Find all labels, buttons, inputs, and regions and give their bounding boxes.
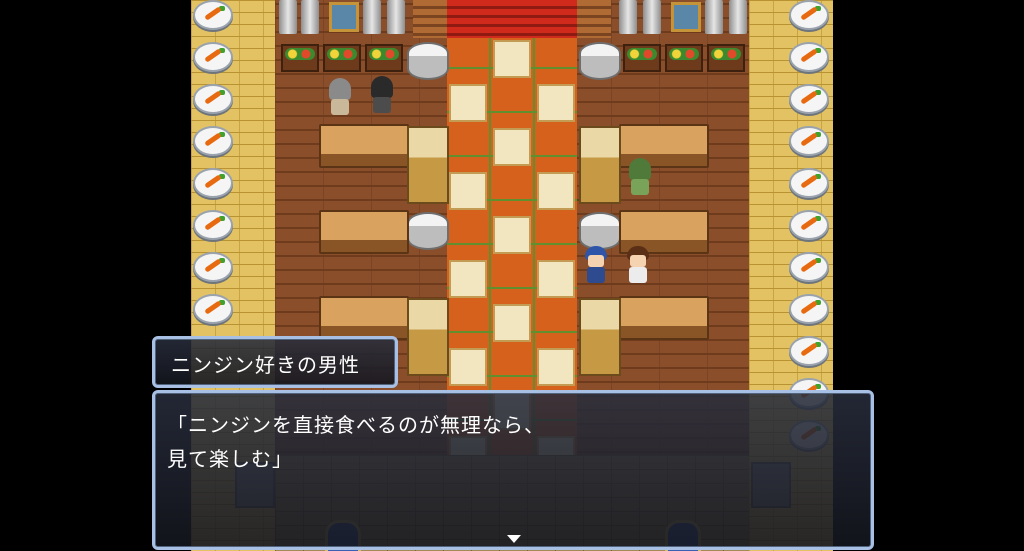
carrot-plate-icon [789, 336, 829, 366]
carpet-tile [537, 172, 575, 210]
pillar-icon [363, 0, 381, 34]
npc-carrot-lover-man[interactable] [625, 246, 651, 286]
speaker-name: ニンジン好きの男性 [171, 353, 360, 377]
carpet-tile [493, 40, 531, 78]
display-stand [579, 126, 621, 204]
npc-green-hooded[interactable] [627, 158, 653, 198]
flower-box-icon [623, 44, 661, 72]
carpet-tile [537, 348, 575, 386]
speaker-name-window: ニンジン好きの男性 [152, 336, 398, 388]
carpet-tile [493, 216, 531, 254]
flower-box-icon [665, 44, 703, 72]
carrot-plate-icon [789, 126, 829, 156]
npc-dark-hair[interactable] [369, 76, 395, 116]
flower-box-icon [707, 44, 745, 72]
flower-box-icon [281, 44, 319, 72]
carpet-tile [449, 260, 487, 298]
carrot-plate-icon [193, 0, 233, 30]
player-blue-hair[interactable] [583, 246, 609, 286]
pillar-icon [729, 0, 747, 34]
wooden-table [319, 296, 409, 340]
game-screen: ニンジン好きの男性 「ニンジンを直接食べるのが無理なら、 見て楽しむ」 [0, 0, 1024, 551]
carrot-plate-icon [193, 210, 233, 240]
display-stand [579, 298, 621, 376]
carrot-plate-icon [193, 168, 233, 198]
carpet-tile [537, 260, 575, 298]
stone-drum-icon [407, 212, 449, 250]
wooden-table [319, 210, 409, 254]
carpet-tile [493, 128, 531, 166]
flower-box-icon [323, 44, 361, 72]
carrot-plate-icon [193, 294, 233, 324]
flower-box-icon [365, 44, 403, 72]
pillar-icon [705, 0, 723, 34]
pillar-icon [387, 0, 405, 34]
stair-carpet [447, 0, 577, 38]
carrot-plate-icon [789, 210, 829, 240]
carrot-plate-icon [193, 252, 233, 282]
carrot-plate-icon [789, 294, 829, 324]
wooden-table [619, 296, 709, 340]
message-line-2: 見て楽しむ」 [167, 447, 293, 471]
carrot-plate-icon [789, 84, 829, 114]
npc-gray-hair[interactable] [327, 78, 353, 118]
carpet-tile [449, 84, 487, 122]
display-stand [407, 126, 449, 204]
carrot-painting-icon [671, 2, 701, 32]
carrot-plate-icon [789, 252, 829, 282]
pillar-icon [619, 0, 637, 34]
carrot-plate-icon [789, 42, 829, 72]
display-stand [407, 298, 449, 376]
message-window[interactable]: 「ニンジンを直接食べるのが無理なら、 見て楽しむ」 [152, 390, 874, 550]
carpet-tile [449, 348, 487, 386]
pillar-icon [279, 0, 297, 34]
carrot-plate-icon [193, 126, 233, 156]
carpet-tile [493, 304, 531, 342]
pillar-icon [301, 0, 319, 34]
carrot-plate-icon [789, 168, 829, 198]
pillar-icon [643, 0, 661, 34]
carpet-tile [537, 84, 575, 122]
carrot-plate-icon [193, 42, 233, 72]
stone-drum-icon [579, 42, 621, 80]
carrot-plate-icon [789, 0, 829, 30]
stone-drum-icon [407, 42, 449, 80]
stone-drum-icon [579, 212, 621, 250]
carrot-painting-icon [329, 2, 359, 32]
message-line-1: 「ニンジンを直接食べるのが無理なら、 [167, 413, 545, 437]
wooden-table [319, 124, 409, 168]
carrot-plate-icon [193, 84, 233, 114]
carpet-tile [449, 172, 487, 210]
continue-arrow-icon[interactable] [507, 535, 521, 543]
